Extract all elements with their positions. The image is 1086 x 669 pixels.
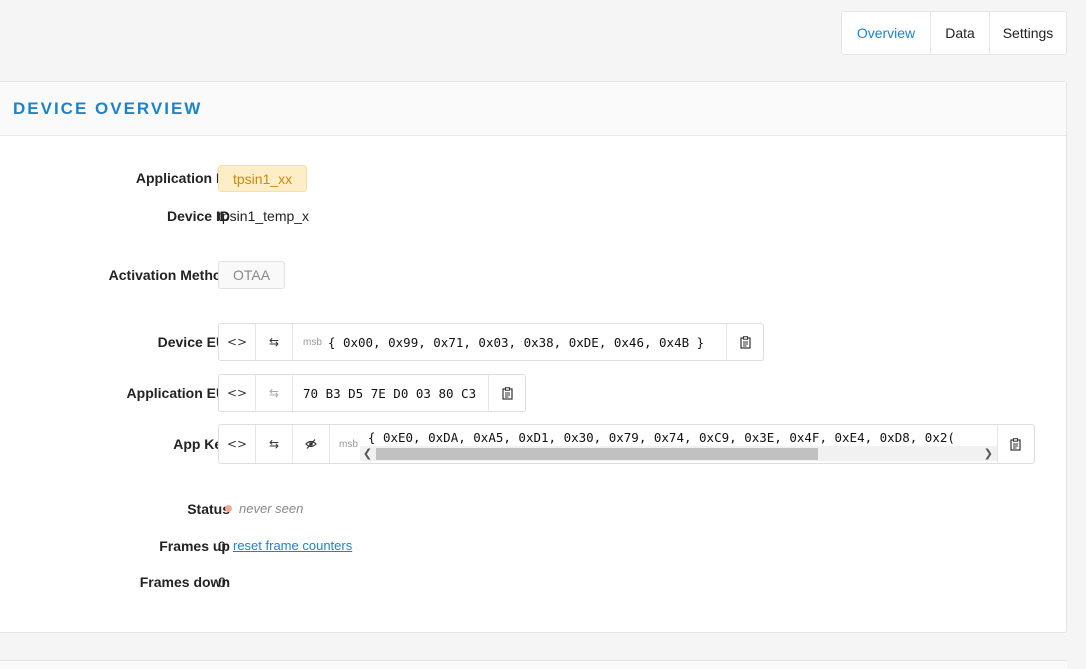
tab-data[interactable]: Data: [931, 12, 990, 54]
swap-byte-order-icon[interactable]: ⇆: [256, 324, 293, 360]
byte-order-indicator: msb: [339, 438, 358, 450]
frames-down-value: 0: [218, 574, 226, 590]
reset-frame-counters-link[interactable]: reset frame counters: [233, 538, 352, 553]
clipboard-icon[interactable]: [726, 324, 763, 360]
code-toggle-icon[interactable]: <>: [219, 425, 256, 463]
app-key-field: <> ⇆ msb { 0xE0, 0xDA, 0xA5, 0xD1, 0x30,…: [218, 424, 1035, 464]
device-eui-field: <> ⇆ msb { 0x00, 0x99, 0x71, 0x03, 0x38,…: [218, 323, 765, 361]
clipboard-icon[interactable]: [996, 425, 1034, 463]
card-header: DEVICE OVERVIEW: [0, 82, 1066, 136]
scroll-left-icon[interactable]: ❮: [363, 446, 372, 461]
swap-byte-order-icon[interactable]: ⇆: [256, 425, 293, 463]
horizontal-scrollbar[interactable]: ❮ ❯: [359, 446, 997, 461]
activation-method-badge: OTAA: [218, 261, 286, 289]
top-tabs: Overview Data Settings: [841, 11, 1067, 55]
status-dot-icon: [225, 505, 232, 512]
tab-settings[interactable]: Settings: [990, 12, 1066, 54]
hide-key-icon[interactable]: [293, 425, 330, 463]
app-key-scroll-area[interactable]: { 0xE0, 0xDA, 0xA5, 0xD1, 0x30, 0x79, 0x…: [359, 425, 997, 463]
app-key-value: { 0xE0, 0xDA, 0xA5, 0xD1, 0x30, 0x79, 0x…: [367, 430, 955, 445]
clipboard-icon[interactable]: [488, 375, 525, 411]
code-toggle-icon[interactable]: <>: [219, 324, 256, 360]
scroll-right-icon[interactable]: ❯: [984, 446, 993, 461]
device-id-value: tpsin1_temp_x: [218, 208, 310, 224]
scrollbar-thumb[interactable]: [375, 448, 818, 460]
byte-order-indicator: msb: [303, 336, 322, 348]
application-id-badge[interactable]: tpsin1_xx: [218, 165, 308, 192]
status-value: never seen: [239, 501, 304, 516]
application-id-label: Application ID: [135, 170, 230, 186]
frames-down-label: Frames down: [139, 574, 230, 590]
frames-up-value: 0: [218, 538, 226, 554]
swap-byte-order-icon[interactable]: ⇆: [256, 375, 293, 411]
status-label: Status: [187, 501, 230, 517]
device-eui-value: { 0x00, 0x99, 0x71, 0x03, 0x38, 0xDE, 0x…: [327, 334, 705, 350]
activation-method-label: Activation Method: [108, 267, 230, 283]
application-eui-value: 70 B3 D5 7E D0 03 80 C3: [303, 385, 477, 401]
code-toggle-icon[interactable]: <>: [219, 375, 256, 411]
application-eui-label: Application EUI: [126, 385, 230, 401]
section-title: DEVICE OVERVIEW: [13, 98, 203, 118]
tab-overview[interactable]: Overview: [842, 12, 931, 54]
application-eui-field: <> ⇆ 70 B3 D5 7E D0 03 80 C3: [218, 374, 527, 412]
